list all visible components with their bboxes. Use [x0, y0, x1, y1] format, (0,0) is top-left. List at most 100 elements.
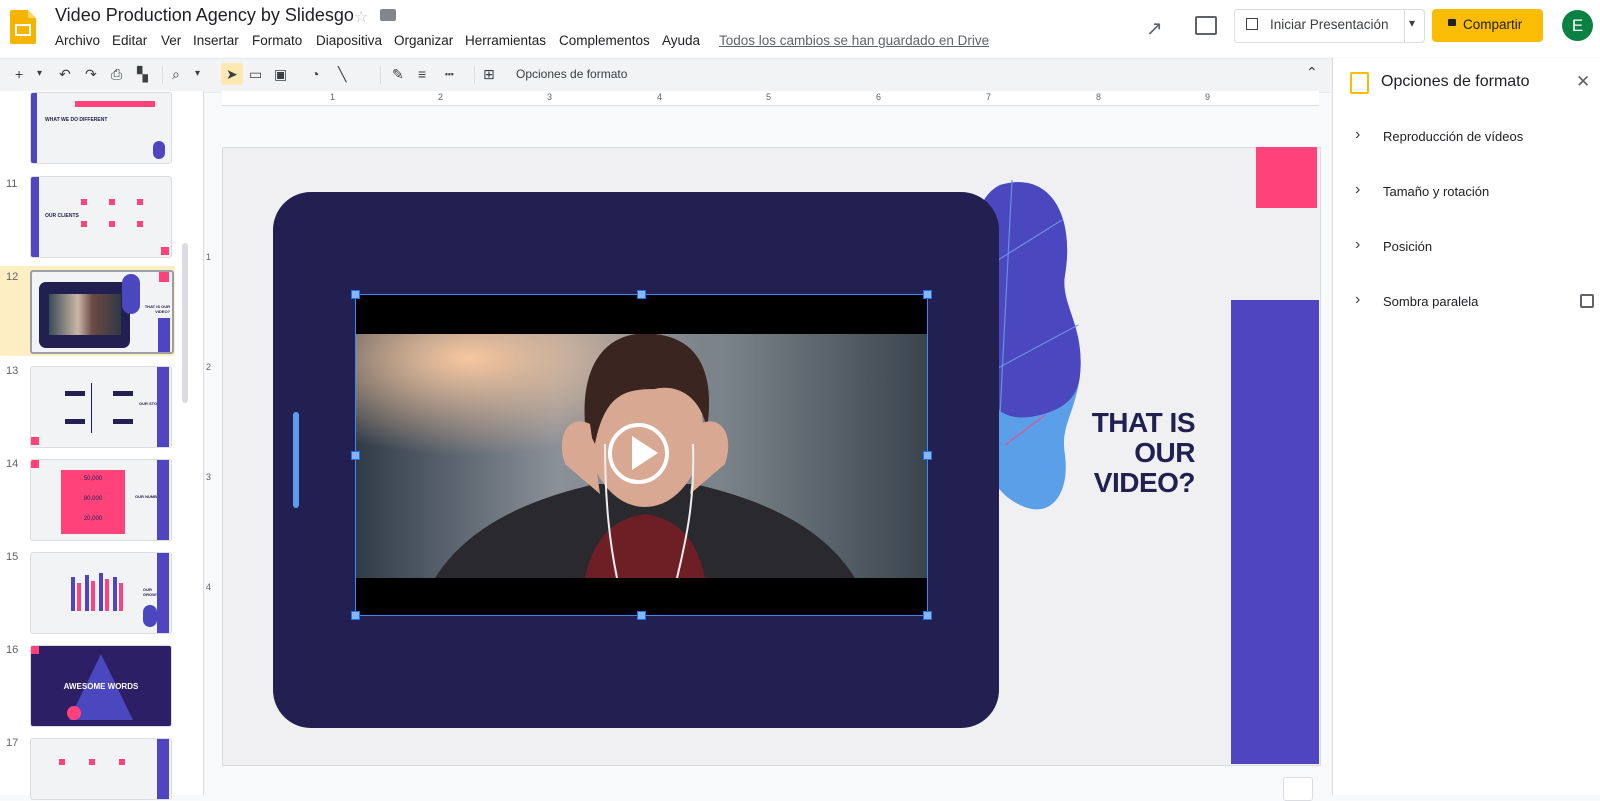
chevron-down-icon[interactable]: ▾	[1409, 16, 1415, 30]
slide-number: 14	[6, 458, 19, 470]
thumb-square	[31, 437, 39, 445]
cursor-icon[interactable]: ➤	[226, 64, 238, 84]
resize-handle[interactable]	[351, 611, 360, 620]
ruler-number: 8	[1096, 92, 1102, 102]
save-status[interactable]: Todos los cambios se han guardado en Dri…	[719, 33, 989, 48]
section-video-playback[interactable]: Reproducción de vídeos	[1383, 129, 1523, 144]
new-slide-icon[interactable]: +	[15, 64, 23, 84]
thumb-bar	[119, 583, 123, 611]
folder-icon[interactable]	[380, 9, 396, 21]
slide-thumbnail[interactable]: WHAT WE DO DIFFERENT	[30, 92, 172, 164]
resize-handle[interactable]	[923, 290, 932, 299]
slide-thumbnail[interactable]: OUR GROWTH	[30, 552, 172, 634]
section-position[interactable]: Posición	[1383, 239, 1432, 254]
redo-icon[interactable]: ↷	[85, 64, 97, 84]
slide-number: 13	[6, 365, 19, 377]
thumb-bar	[65, 391, 85, 396]
thumb-bar	[105, 579, 109, 611]
play-icon	[632, 436, 658, 470]
thumb-icon	[109, 221, 115, 227]
image-icon[interactable]: ▣	[274, 64, 287, 84]
ruler-number: 6	[876, 92, 882, 102]
thumb-video	[49, 294, 121, 335]
comment-icon[interactable]	[1195, 16, 1217, 35]
thumb-title: THAT IS OUR VIDEO?	[144, 304, 170, 314]
thumb-bar	[113, 419, 133, 424]
menu-archivo[interactable]: Archivo	[55, 33, 100, 48]
close-icon[interactable]: ✕	[1576, 72, 1590, 92]
chevron-right-icon[interactable]: ›	[1355, 291, 1360, 309]
star-icon[interactable]: ☆	[354, 7, 368, 27]
resize-handle[interactable]	[351, 290, 360, 299]
slide-heading[interactable]: THAT IS OUR VIDEO?	[1090, 408, 1196, 498]
thumb-icon	[89, 759, 95, 765]
thumb-blob	[153, 141, 165, 159]
text-box-icon[interactable]: ▭	[249, 64, 262, 84]
chevron-down-icon[interactable]: ▾	[37, 64, 42, 84]
chevron-up-icon[interactable]: ⌃	[1306, 64, 1318, 81]
chevron-right-icon[interactable]: ›	[1355, 236, 1360, 254]
ruler-number: 7	[986, 92, 992, 102]
drop-shadow-checkbox[interactable]	[1580, 294, 1594, 308]
resize-handle[interactable]	[637, 611, 646, 620]
thumb-title: AWESOME WORDS	[63, 682, 139, 691]
explore-icon[interactable]	[1283, 777, 1313, 801]
thumb-bar	[157, 367, 169, 447]
slide-number: 16	[6, 644, 19, 656]
scrollbar[interactable]	[182, 243, 188, 403]
thumb-square	[159, 272, 169, 282]
menu-ver[interactable]: Ver	[161, 33, 181, 48]
thumb-square	[31, 646, 39, 654]
menu-herramientas[interactable]: Herramientas	[465, 33, 546, 48]
menu-complementos[interactable]: Complementos	[559, 33, 650, 48]
ruler-number: 1	[206, 252, 212, 262]
thumb-bar	[91, 581, 95, 611]
slide-thumbnail[interactable]: OUR CLIENTS	[30, 176, 172, 258]
menu-editar[interactable]: Editar	[112, 33, 147, 48]
document-title[interactable]: Video Production Agency by Slidesgo	[55, 5, 354, 26]
pen-icon[interactable]: ✎	[392, 64, 404, 84]
avatar[interactable]: E	[1562, 10, 1593, 41]
resize-handle[interactable]	[923, 611, 932, 620]
slide-number: 17	[6, 737, 19, 749]
thumb-square	[161, 247, 169, 255]
section-drop-shadow[interactable]: Sombra paralela	[1383, 294, 1478, 309]
slide-thumbnail[interactable]: OUR STORY	[30, 366, 172, 448]
line-icon[interactable]: ╲	[338, 64, 346, 84]
chevron-right-icon[interactable]: ›	[1355, 181, 1360, 199]
pink-square[interactable]	[1256, 147, 1317, 208]
trending-up-icon[interactable]: ↗	[1146, 16, 1163, 41]
menu-formato[interactable]: Formato	[252, 33, 302, 48]
shape-icon[interactable]: ◔	[311, 64, 319, 84]
format-options-button[interactable]: Opciones de formato	[516, 67, 627, 81]
slide-number: 11	[6, 178, 18, 190]
section-size-rotation[interactable]: Tamaño y rotación	[1383, 184, 1489, 199]
chevron-right-icon[interactable]: ›	[1355, 126, 1360, 144]
print-icon[interactable]: ⎙	[111, 64, 122, 84]
menu-insertar[interactable]: Insertar	[193, 33, 239, 48]
border-weight-icon[interactable]: ≡	[418, 64, 426, 84]
resize-handle[interactable]	[351, 451, 360, 460]
ruler-number: 1	[330, 92, 336, 102]
resize-handle[interactable]	[637, 290, 646, 299]
add-comment-icon[interactable]: ⊞	[483, 64, 495, 84]
resize-handle[interactable]	[923, 451, 932, 460]
paint-format-icon[interactable]: ▚	[137, 64, 148, 84]
toolbar-divider	[474, 66, 475, 84]
zoom-icon[interactable]: ⌕	[172, 64, 180, 84]
thumb-title: OUR CLIENTS	[45, 213, 79, 219]
slide-thumbnail[interactable]: AWESOME WORDS	[30, 645, 172, 727]
purple-bar[interactable]	[1231, 300, 1319, 764]
slide-thumbnail[interactable]	[30, 738, 172, 800]
lock-icon	[1448, 19, 1456, 26]
undo-icon[interactable]: ↶	[59, 64, 71, 84]
vertical-ruler[interactable]	[203, 145, 217, 765]
menu-ayuda[interactable]: Ayuda	[662, 33, 700, 48]
slides-logo-icon[interactable]	[10, 10, 36, 44]
chevron-down-icon[interactable]: ▾	[195, 64, 200, 84]
slide-thumbnail[interactable]: 50,000 80,000 20,000 OUR NUMBERS	[30, 459, 172, 541]
border-dash-icon[interactable]: ┅	[445, 64, 453, 84]
menu-organizar[interactable]: Organizar	[394, 33, 453, 48]
menu-diapositiva[interactable]: Diapositiva	[316, 33, 382, 48]
slide-thumbnail-selected[interactable]: THAT IS OUR VIDEO?	[30, 270, 174, 354]
